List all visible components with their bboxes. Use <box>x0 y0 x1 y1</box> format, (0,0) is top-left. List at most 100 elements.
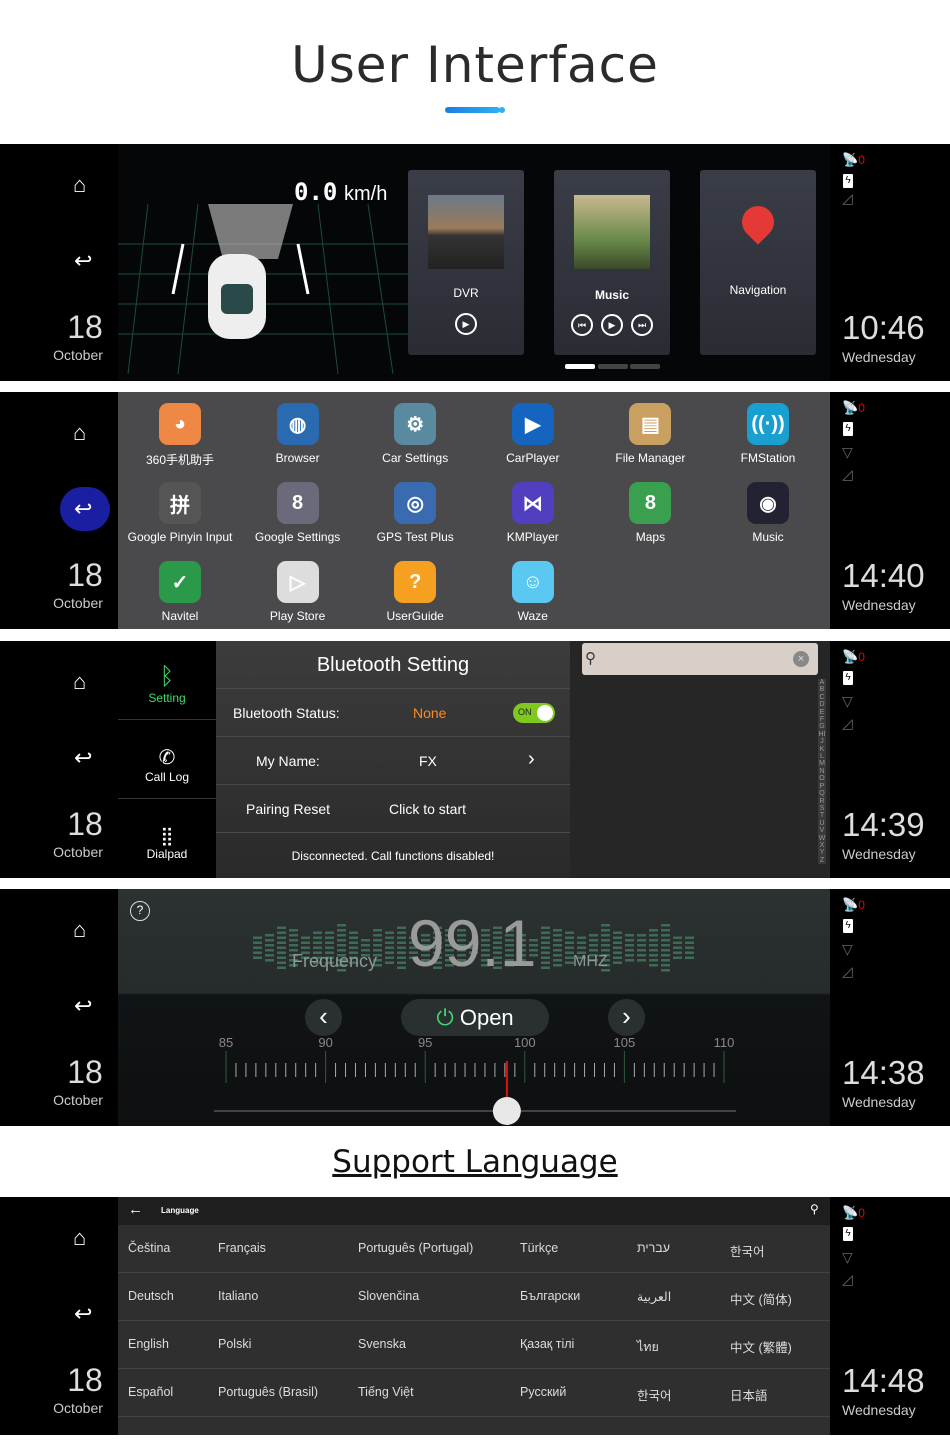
home-icon[interactable]: ⌂ <box>73 1225 86 1251</box>
home-icon[interactable]: ⌂ <box>73 420 86 446</box>
eq-bar <box>289 944 298 947</box>
eq-bar <box>277 956 286 959</box>
page-indicator[interactable] <box>630 364 660 369</box>
back-icon[interactable]: ↩ <box>74 745 92 771</box>
eq-bar <box>277 966 286 969</box>
page-indicator[interactable] <box>598 364 628 369</box>
app-google-settings[interactable]: 8 Google Settings <box>239 482 357 544</box>
language-option[interactable]: 中文 (繁體) <box>730 1337 792 1356</box>
eq-bar <box>265 949 274 952</box>
clock-weekday: Wednesday <box>842 349 916 365</box>
eq-bar <box>661 944 670 947</box>
page-indicator-active[interactable] <box>565 364 595 369</box>
language-option[interactable]: Français <box>218 1241 266 1255</box>
language-option[interactable]: العربية <box>637 1289 671 1304</box>
app-google-pinyin-input[interactable]: 拼 Google Pinyin Input <box>121 482 239 544</box>
eq-bar <box>385 946 394 949</box>
language-option[interactable]: Български <box>520 1289 580 1303</box>
clear-icon[interactable]: × <box>793 651 809 667</box>
app-label: Navitel <box>161 609 199 623</box>
app-kmplayer[interactable]: ⋈ KMPlayer <box>474 482 592 544</box>
app-userguide[interactable]: ? UserGuide <box>356 561 474 623</box>
eq-bar <box>613 951 622 954</box>
seek-back-button[interactable]: ‹ <box>305 999 342 1036</box>
eq-bar <box>325 931 334 934</box>
app-car-settings[interactable]: ⚙ Car Settings <box>356 403 474 465</box>
search-icon: ⚲ <box>585 650 596 667</box>
tab-setting[interactable]: ᛒ Setting <box>118 641 216 720</box>
language-option[interactable]: English <box>128 1337 169 1351</box>
language-option[interactable]: Português (Brasil) <box>218 1385 318 1399</box>
back-arrow-icon[interactable]: ← <box>128 1201 143 1218</box>
app-play-store[interactable]: ▷ Play Store <box>239 561 357 623</box>
app-icon: ▶ <box>511 403 554 445</box>
back-icon[interactable]: ↩ <box>74 993 92 1019</box>
language-option[interactable]: Čeština <box>128 1241 170 1255</box>
home-icon[interactable]: ⌂ <box>73 172 86 198</box>
home-icon[interactable]: ⌂ <box>73 669 86 695</box>
language-option[interactable]: Español <box>128 1385 173 1399</box>
eq-bar <box>673 936 682 939</box>
eq-bar <box>613 956 622 959</box>
eq-bar <box>553 939 562 942</box>
next-icon[interactable]: ⏭ <box>631 314 653 336</box>
search-input[interactable]: ⚲ × <box>582 643 818 675</box>
app-waze[interactable]: ☺ Waze <box>474 561 592 623</box>
alphabet-index[interactable]: ABCDEFGHIJKLMNOPQRSTUVWXYZ <box>818 679 826 865</box>
language-option[interactable]: Português (Portugal) <box>358 1241 473 1255</box>
language-option[interactable]: Қазақ тілі <box>520 1337 574 1351</box>
eq-bar <box>253 936 262 939</box>
language-option[interactable]: ไทย <box>637 1337 659 1357</box>
language-option[interactable]: 한국어 <box>730 1241 765 1260</box>
app-file-manager[interactable]: ▤ File Manager <box>591 403 709 465</box>
back-icon[interactable]: ↩ <box>74 248 92 274</box>
language-option[interactable]: Polski <box>218 1337 251 1351</box>
app-360-[interactable]: ◕ 360手机助手 <box>121 403 239 468</box>
app-maps[interactable]: 8 Maps <box>591 482 709 544</box>
dvr-play-icon[interactable]: ▶ <box>455 313 477 335</box>
back-icon[interactable]: ↩ <box>74 496 92 522</box>
navigation-card[interactable]: Navigation <box>700 170 816 355</box>
language-option[interactable]: 中文 (简体) <box>730 1289 792 1308</box>
back-icon[interactable]: ↩ <box>74 1301 92 1327</box>
slider-thumb <box>492 1097 521 1125</box>
language-option[interactable]: Русский <box>520 1385 566 1399</box>
play-icon[interactable]: ▶ <box>601 314 623 336</box>
language-option[interactable]: Deutsch <box>128 1289 174 1303</box>
eq-bar <box>661 924 670 927</box>
tab-call-log[interactable]: ✆ Call Log <box>118 721 216 799</box>
eq-bar <box>541 966 550 969</box>
my-name-row[interactable]: My Name: FX › <box>216 737 570 785</box>
power-open-button[interactable]: ⏻ Open <box>401 999 549 1036</box>
right-status-bar: 📡0 ϟ ▽ ◿ 14:40 Wednesday <box>830 392 950 629</box>
bluetooth-toggle[interactable]: ON <box>513 703 555 723</box>
eq-bar <box>313 946 322 949</box>
language-option[interactable]: Slovenčina <box>358 1289 419 1303</box>
dvr-card[interactable]: DVR ▶ <box>408 170 524 355</box>
seek-forward-button[interactable]: › <box>608 999 645 1036</box>
language-option[interactable]: Italiano <box>218 1289 258 1303</box>
music-card[interactable]: Music ⏮ ▶ ⏭ <box>554 170 670 355</box>
language-option[interactable]: Svenska <box>358 1337 406 1351</box>
tab-dialpad[interactable]: ⣿ Dialpad <box>118 800 216 878</box>
app-navitel[interactable]: ✓ Navitel <box>121 561 239 623</box>
app-browser[interactable]: ◍ Browser <box>239 403 357 465</box>
app-carplayer[interactable]: ▶ CarPlayer <box>474 403 592 465</box>
language-option[interactable]: 한국어 <box>637 1385 672 1404</box>
app-music[interactable]: ◉ Music <box>709 482 827 544</box>
home-icon[interactable]: ⌂ <box>73 917 86 943</box>
language-option[interactable]: Tiếng Việt <box>358 1385 414 1399</box>
language-option[interactable]: Türkçe <box>520 1241 558 1255</box>
pairing-reset-button[interactable]: Click to start <box>389 801 466 817</box>
language-option[interactable]: 日本語 <box>730 1385 768 1404</box>
language-option[interactable]: עברית <box>637 1241 670 1255</box>
help-icon[interactable]: ? <box>130 901 150 921</box>
search-icon[interactable]: ⚲ <box>810 1202 819 1216</box>
previous-icon[interactable]: ⏮ <box>571 314 593 336</box>
home-content: 0.0 km/h DVR ▶ Music ⏮ ▶ ⏭ Navigation <box>118 144 830 381</box>
app-gps-test-plus[interactable]: ◎ GPS Test Plus <box>356 482 474 544</box>
frequency-dial[interactable]: 85 90 95 100 105 110 <box>118 1037 830 1126</box>
eq-bar <box>589 949 598 952</box>
app-fmstation[interactable]: ((·)) FMStation <box>709 403 827 465</box>
eq-bar <box>601 929 610 932</box>
